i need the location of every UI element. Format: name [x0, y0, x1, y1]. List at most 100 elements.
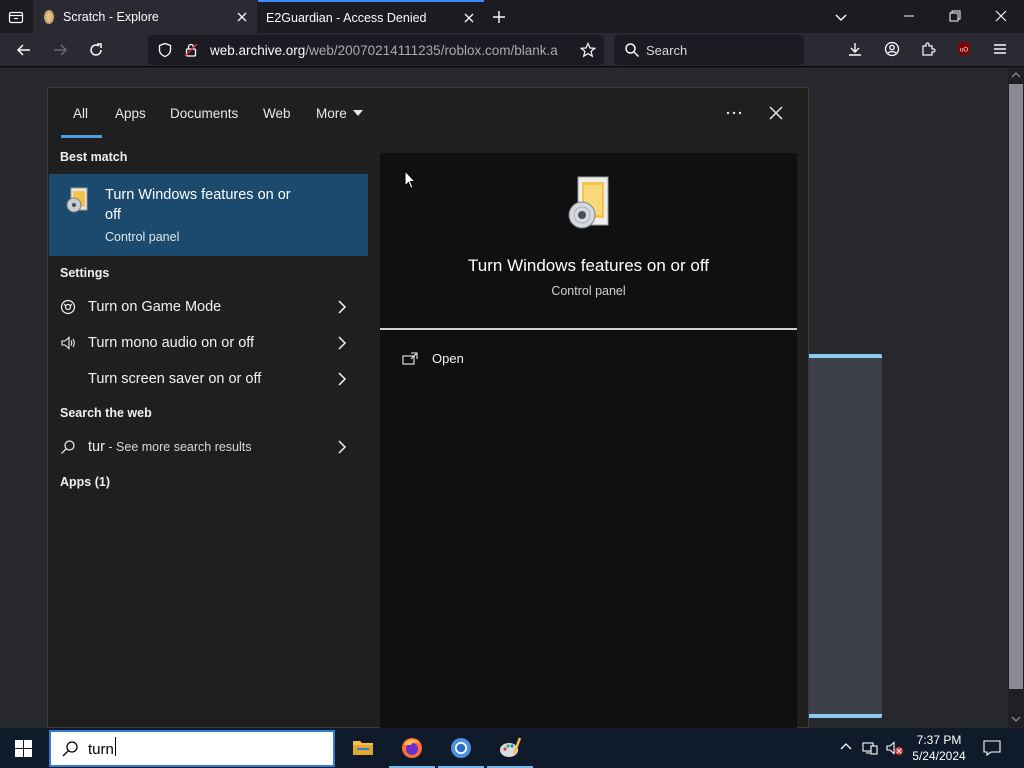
account-icon[interactable]: [884, 41, 900, 57]
taskbar-chrome[interactable]: [438, 728, 484, 768]
chevron-right-icon[interactable]: [337, 300, 347, 314]
tab-title: Scratch - Explore: [63, 9, 159, 24]
show-hidden-icons-icon[interactable]: [840, 742, 852, 752]
taskbar-firefox[interactable]: [389, 728, 435, 768]
clock-date: 5/24/2024: [912, 749, 966, 763]
scroll-up-icon[interactable]: [1011, 70, 1021, 80]
settings-heading: Settings: [60, 266, 110, 280]
settings-item-mono-audio[interactable]: Turn mono audio on or off: [48, 326, 368, 360]
search-web-heading: Search the web: [60, 406, 152, 420]
restore-icon[interactable]: [948, 9, 962, 23]
taskbar-search-box[interactable]: turn: [49, 730, 335, 767]
best-match-result[interactable]: Turn Windows features on or off Control …: [49, 174, 368, 256]
svg-text:uO: uO: [960, 48, 968, 54]
settings-item-label: Turn on Game Mode: [88, 299, 222, 315]
filter-documents[interactable]: Documents: [170, 106, 238, 121]
paint-icon: [498, 736, 522, 760]
filter-more[interactable]: More: [316, 106, 347, 121]
search-icon: [624, 42, 640, 58]
taskbar-search-query: turn: [88, 741, 114, 758]
close-tab-icon[interactable]: [235, 10, 249, 24]
tab-bar: Scratch - Explore E2Guardian - Access De…: [0, 0, 1024, 33]
chevron-down-icon[interactable]: [833, 9, 849, 25]
best-match-title: Turn Windows features on or off: [105, 187, 291, 223]
filter-web[interactable]: Web: [263, 106, 291, 121]
url-domain: web.archive.org: [210, 43, 306, 58]
filter-tabs: All Apps Documents Web More: [48, 88, 808, 140]
clock-time: 7:37 PM: [916, 733, 962, 747]
open-label: Open: [432, 351, 464, 366]
close-window-icon[interactable]: [994, 9, 1008, 23]
new-tab-icon[interactable]: [491, 9, 507, 25]
scratch-favicon-icon: [41, 9, 57, 25]
scroll-down-icon[interactable]: [1011, 714, 1021, 724]
filter-all[interactable]: All: [73, 106, 88, 121]
url-text[interactable]: web.archive.org/web/20070214111235/roblo…: [210, 43, 572, 58]
network-icon[interactable]: [862, 740, 878, 756]
settings-item-label: Turn mono audio on or off: [88, 335, 255, 351]
settings-item-game-mode[interactable]: Turn on Game Mode: [48, 290, 368, 324]
active-filter-indicator: [61, 135, 102, 138]
windows-start-icon[interactable]: [15, 740, 32, 757]
tab-e2guardian[interactable]: E2Guardian - Access Denied: [258, 0, 484, 33]
taskbar-paint[interactable]: [487, 728, 533, 768]
windows-features-icon: [65, 187, 91, 215]
lock-icon[interactable]: [183, 42, 199, 58]
more-options-icon[interactable]: [725, 105, 743, 121]
bookmark-star-icon[interactable]: [580, 42, 596, 58]
settings-item-screen-saver[interactable]: Turn screen saver on or off: [48, 362, 368, 396]
scrollbar-thumb[interactable]: [1009, 84, 1023, 689]
speaker-icon: [60, 335, 76, 351]
menu-icon[interactable]: [992, 41, 1008, 57]
web-search-query: tur: [88, 439, 105, 455]
nav-bar: web.archive.org/web/20070214111235/roblo…: [0, 33, 1024, 67]
web-search-label: tur - See more search results: [88, 439, 252, 455]
folder-icon: [352, 738, 374, 756]
taskbar: turn 7:37 PM 5/24/2024: [0, 728, 1024, 768]
taskbar-file-explorer[interactable]: [340, 728, 386, 768]
download-icon[interactable]: [847, 41, 863, 57]
web-search-item[interactable]: tur - See more search results: [48, 430, 368, 464]
page-panel: [806, 354, 882, 718]
volume-muted-icon[interactable]: [886, 740, 904, 756]
close-tab-icon[interactable]: [462, 11, 476, 25]
system-clock[interactable]: 7:37 PM 5/24/2024: [904, 732, 974, 764]
ublock-origin-icon[interactable]: uO: [956, 41, 972, 57]
mouse-cursor-icon: [404, 170, 416, 190]
game-mode-icon: [60, 299, 76, 315]
search-bar-placeholder: Search: [646, 43, 688, 58]
reload-icon[interactable]: [88, 42, 104, 58]
url-bar[interactable]: web.archive.org/web/20070214111235/roblo…: [148, 35, 604, 65]
tab-title: E2Guardian - Access Denied: [266, 10, 427, 25]
url-path: /web/20070214111235/roblox.com/blank.a: [305, 43, 558, 58]
open-icon: [402, 352, 418, 366]
chrome-icon: [449, 736, 473, 760]
settings-item-label: Turn screen saver on or off: [88, 371, 262, 387]
filter-apps[interactable]: Apps: [115, 106, 146, 121]
best-match-subtitle: Control panel: [105, 230, 180, 244]
chevron-right-icon[interactable]: [337, 372, 347, 386]
tab-list-icon[interactable]: [8, 9, 24, 25]
chevron-right-icon[interactable]: [337, 440, 347, 454]
tab-scratch-explore[interactable]: Scratch - Explore: [33, 0, 257, 33]
extensions-icon[interactable]: [920, 41, 936, 57]
close-icon[interactable]: [768, 105, 784, 121]
forward-icon[interactable]: [52, 42, 68, 58]
search-bar[interactable]: Search: [614, 35, 804, 65]
best-match-heading: Best match: [60, 150, 128, 164]
detail-title: Turn Windows features on or off: [468, 256, 709, 275]
back-icon[interactable]: [16, 42, 32, 58]
open-action[interactable]: Open: [402, 350, 602, 370]
shield-icon[interactable]: [157, 42, 173, 58]
detail-subtitle: Control panel: [551, 284, 626, 298]
notifications-icon[interactable]: [983, 740, 1001, 756]
windows-features-large-icon: [564, 175, 614, 235]
minimize-icon[interactable]: [902, 9, 916, 23]
caret-down-icon[interactable]: [353, 110, 363, 116]
apps-heading[interactable]: Apps (1): [60, 475, 110, 489]
search-flyout: All Apps Documents Web More Best match T…: [47, 87, 809, 728]
search-icon: [61, 740, 79, 758]
search-icon: [60, 439, 76, 455]
firefox-icon: [400, 736, 424, 760]
chevron-right-icon[interactable]: [337, 336, 347, 350]
